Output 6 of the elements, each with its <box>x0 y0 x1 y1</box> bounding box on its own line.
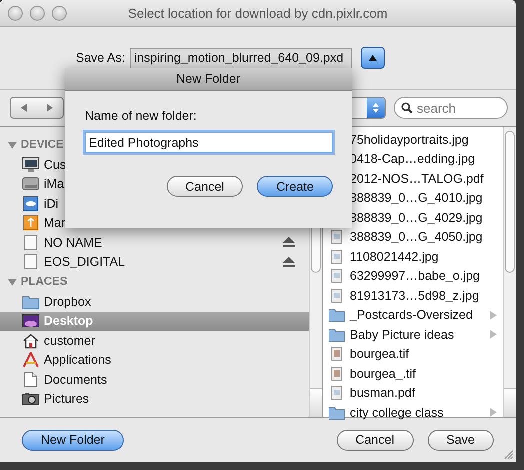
save-as-label: Save As: <box>76 51 126 65</box>
sheet-title: New Folder <box>65 68 352 91</box>
window-title: Select location for download by cdn.pixlr.com <box>127 6 389 20</box>
section-header: DEVICE <box>21 139 64 151</box>
section-header: PLACES <box>21 276 68 288</box>
folder-name-label: Name of new folder: <box>85 109 198 123</box>
